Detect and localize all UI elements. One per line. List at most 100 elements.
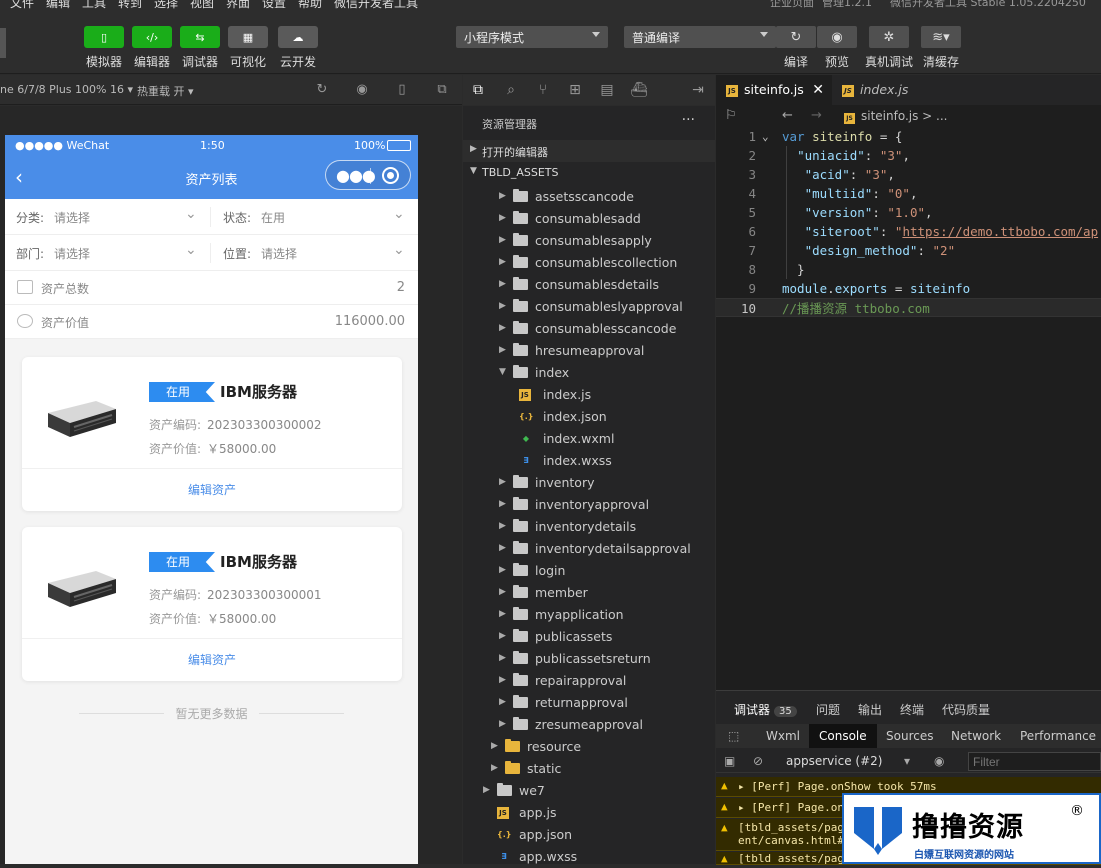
tab-siteinfo[interactable]: JS siteinfo.js ✕: [716, 75, 832, 105]
menu-goto[interactable]: 转到: [118, 0, 142, 11]
refresh-icon[interactable]: ↻: [314, 82, 330, 98]
folder-consumablescollection[interactable]: ▶ consumablescollection: [463, 252, 715, 274]
console-filter-input[interactable]: [968, 752, 1101, 771]
chevron-down-icon[interactable]: ▾: [904, 754, 910, 768]
menu-wechat-devtools[interactable]: 微信开发者工具: [334, 0, 418, 11]
tab-sources[interactable]: Sources: [876, 724, 943, 748]
folder-resource[interactable]: ▶ resource: [463, 736, 715, 758]
breadcrumb-path[interactable]: JS siteinfo.js > ...: [844, 109, 948, 124]
folder-consumableslyapproval[interactable]: ▶ consumableslyapproval: [463, 296, 715, 318]
preview-button[interactable]: ◉: [817, 26, 857, 48]
search-icon[interactable]: ⌕: [502, 82, 520, 98]
inspect-icon[interactable]: ⬚: [718, 724, 749, 748]
folder-consumablesdetails[interactable]: ▶ consumablesdetails: [463, 274, 715, 296]
chevron-down-icon[interactable]: ⌄: [393, 207, 405, 221]
fold-icon[interactable]: ⌄: [762, 127, 769, 146]
asset-card[interactable]: 在用 IBM服务器 资产编码: 202303300300002 资产价值: ￥580…: [22, 357, 402, 511]
folder-index[interactable]: ▼ index: [463, 362, 715, 384]
collapse-icon[interactable]: ⇥: [689, 82, 707, 98]
simulator-button[interactable]: ▯: [84, 26, 124, 48]
folder-assetsscancode[interactable]: ▶ assetsscancode: [463, 186, 715, 208]
folder-myapplication[interactable]: ▶ myapplication: [463, 604, 715, 626]
tab-debugger[interactable]: 调试器 35: [734, 701, 797, 718]
tab-performance[interactable]: Performance: [1010, 724, 1101, 748]
remote-debug-button[interactable]: ✲: [869, 26, 909, 48]
source-control-icon[interactable]: ⑂: [534, 82, 552, 98]
sidebar-toggle-icon[interactable]: ▣: [724, 754, 735, 768]
project-section[interactable]: ▼ TBLD_ASSETS: [463, 162, 715, 184]
menu-edit[interactable]: 编辑: [46, 0, 70, 11]
file-index-wxss[interactable]: ∃ index.wxss: [463, 450, 715, 472]
edit-asset-button[interactable]: 编辑资产: [22, 481, 402, 498]
close-miniprogram-icon[interactable]: [382, 167, 399, 184]
tab-problems[interactable]: 问题: [816, 701, 840, 718]
department-select[interactable]: 请选择: [54, 245, 90, 262]
visualize-button[interactable]: ▦: [228, 26, 268, 48]
tab-network[interactable]: Network: [941, 724, 1011, 748]
edit-asset-button[interactable]: 编辑资产: [22, 651, 402, 668]
compile-button[interactable]: ↻: [776, 26, 816, 48]
chevron-down-icon[interactable]: ⌄: [185, 207, 197, 221]
capsule-menu[interactable]: ●●●: [325, 160, 411, 190]
file-index-js[interactable]: JS index.js: [463, 384, 715, 406]
folder-inventorydetailsapproval[interactable]: ▶ inventorydetailsapproval: [463, 538, 715, 560]
forward-arrow-icon[interactable]: →: [811, 108, 822, 123]
category-select[interactable]: 请选择: [54, 209, 90, 226]
chevron-down-icon[interactable]: ⌄: [185, 243, 197, 257]
stop-icon[interactable]: ◉: [354, 82, 370, 98]
tab-code-quality[interactable]: 代码质量: [942, 701, 990, 718]
menu-interface[interactable]: 界面: [226, 0, 250, 11]
folder-member[interactable]: ▶ member: [463, 582, 715, 604]
menu-view[interactable]: 视图: [190, 0, 214, 11]
popout-icon[interactable]: ⧉: [434, 82, 450, 98]
file-app-json[interactable]: {.} app.json: [463, 824, 715, 846]
editor-button[interactable]: ‹/›: [132, 26, 172, 48]
tab-terminal[interactable]: 终端: [900, 701, 924, 718]
file-index-json[interactable]: {.} index.json: [463, 406, 715, 428]
folder-zresumeapproval[interactable]: ▶ zresumeapproval: [463, 714, 715, 736]
clear-console-icon[interactable]: ⊘: [753, 754, 763, 768]
tab-index[interactable]: JS index.js: [832, 75, 956, 105]
close-icon[interactable]: ✕: [812, 75, 824, 105]
file-app-js[interactable]: JS app.js: [463, 802, 715, 824]
folder-repairapproval[interactable]: ▶ repairapproval: [463, 670, 715, 692]
open-editors-section[interactable]: ▶ 打开的编辑器: [463, 140, 715, 162]
folder-consumablesadd[interactable]: ▶ consumablesadd: [463, 208, 715, 230]
state-select[interactable]: 在用: [261, 209, 285, 226]
menu-settings[interactable]: 设置: [262, 0, 286, 11]
folder-we7[interactable]: ▶ we7: [463, 780, 715, 802]
folder-publicassetsreturn[interactable]: ▶ publicassetsreturn: [463, 648, 715, 670]
folder-inventorydetails[interactable]: ▶ inventorydetails: [463, 516, 715, 538]
chevron-down-icon[interactable]: ⌄: [393, 243, 405, 257]
phone-icon[interactable]: ▯: [394, 82, 410, 98]
back-arrow-icon[interactable]: ←: [782, 108, 793, 123]
folder-inventory[interactable]: ▶ inventory: [463, 472, 715, 494]
bookmark-icon[interactable]: ⚐: [725, 108, 737, 123]
avatar[interactable]: [0, 28, 6, 58]
file-app-wxss[interactable]: ∃ app.wxss: [463, 846, 715, 868]
database-icon[interactable]: ▤: [598, 82, 616, 98]
hot-reload-select[interactable]: 热重载 开 ▾: [137, 83, 194, 99]
folder-publicassets[interactable]: ▶ publicassets: [463, 626, 715, 648]
folder-static[interactable]: ▶ static: [463, 758, 715, 780]
tab-output[interactable]: 输出: [858, 701, 882, 718]
device-select[interactable]: ne 6/7/8 Plus 100% 16 ▾: [0, 83, 133, 96]
folder-login[interactable]: ▶ login: [463, 560, 715, 582]
menu-select[interactable]: 选择: [154, 0, 178, 11]
menu-help[interactable]: 帮助: [298, 0, 322, 11]
asset-card[interactable]: 在用 IBM服务器 资产编码: 202303300300001 资产价值: ￥580…: [22, 527, 402, 681]
tab-console[interactable]: Console: [809, 724, 877, 748]
docker-icon[interactable]: ⛴: [630, 82, 648, 98]
code-editor[interactable]: 1 ⌄ var siteinfo = {2 "uniacid": "3", 3 "ac…: [716, 127, 1101, 690]
cloud-dev-button[interactable]: ☁: [278, 26, 318, 48]
compile-select[interactable]: 普通编译: [624, 26, 776, 48]
menu-file[interactable]: 文件: [10, 0, 34, 11]
menu-tools[interactable]: 工具: [82, 0, 106, 11]
folder-inventoryapproval[interactable]: ▶ inventoryapproval: [463, 494, 715, 516]
folder-consumablesapply[interactable]: ▶ consumablesapply: [463, 230, 715, 252]
mode-select[interactable]: 小程序模式: [456, 26, 608, 48]
eye-icon[interactable]: ◉: [934, 754, 944, 768]
more-icon[interactable]: ···: [682, 112, 695, 128]
location-select[interactable]: 请选择: [261, 245, 297, 262]
tab-wxml[interactable]: Wxml: [756, 724, 810, 748]
